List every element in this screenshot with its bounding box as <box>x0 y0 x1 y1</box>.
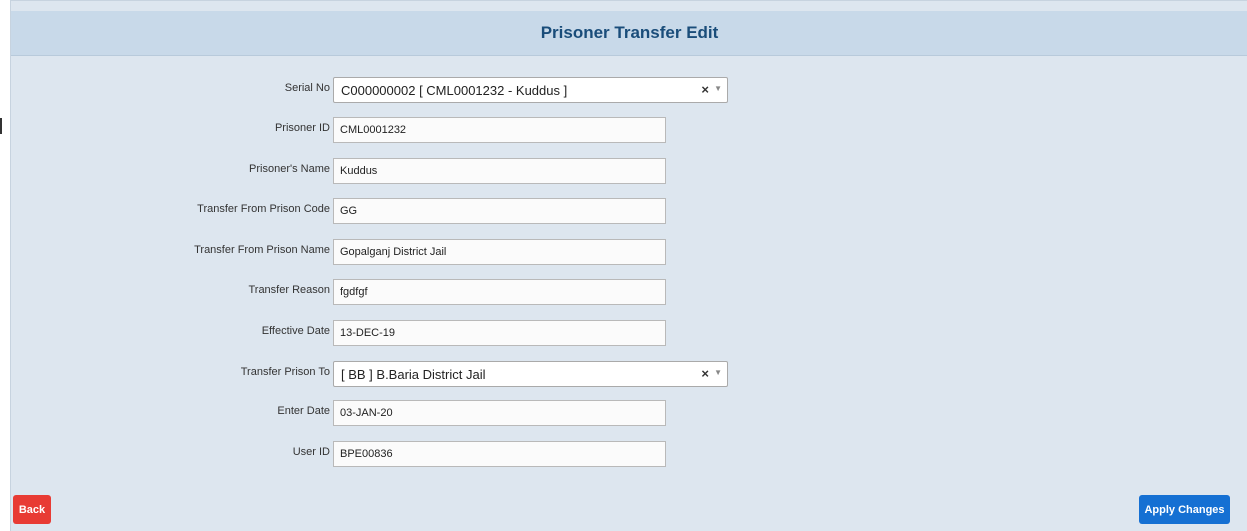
user-id-field[interactable]: BPE00836 <box>333 441 666 467</box>
transfer-prison-to-chevron-down-icon[interactable]: ▼ <box>714 368 722 377</box>
prisoner-name-row: Prisoner's Name Kuddus <box>11 158 1247 184</box>
transfer-prison-to-select[interactable]: [ BB ] B.Baria District Jail × ▼ <box>333 361 728 387</box>
serial-no-row: Serial No C000000002 [ CML0001232 - Kudd… <box>11 77 1247 103</box>
back-button[interactable]: Back <box>13 495 51 524</box>
serial-no-clear-icon[interactable]: × <box>701 82 709 97</box>
transfer-from-code-field[interactable]: GG <box>333 198 666 224</box>
serial-no-label: Serial No <box>284 82 330 94</box>
effective-date-label: Effective Date <box>261 325 330 337</box>
prisoner-name-field[interactable]: Kuddus <box>333 158 666 184</box>
transfer-prison-to-clear-icon[interactable]: × <box>701 366 709 381</box>
serial-no-select[interactable]: C000000002 [ CML0001232 - Kuddus ] × ▼ <box>333 77 728 103</box>
apply-changes-button[interactable]: Apply Changes <box>1139 495 1230 524</box>
transfer-reason-row: Transfer Reason fgdfgf <box>11 279 1247 305</box>
transfer-prison-to-row: Transfer Prison To [ BB ] B.Baria Distri… <box>11 361 1247 387</box>
transfer-from-name-field[interactable]: Gopalganj District Jail <box>333 239 666 265</box>
effective-date-field[interactable]: 13-DEC-19 <box>333 320 666 346</box>
transfer-from-code-label: Transfer From Prison Code <box>197 203 330 215</box>
transfer-prison-to-value: [ BB ] B.Baria District Jail <box>341 367 486 382</box>
user-id-label: User ID <box>292 446 330 458</box>
serial-no-chevron-down-icon[interactable]: ▼ <box>714 84 722 93</box>
transfer-from-code-row: Transfer From Prison Code GG <box>11 198 1247 224</box>
transfer-from-name-row: Transfer From Prison Name Gopalganj Dist… <box>11 239 1247 265</box>
edge-mark <box>0 118 2 134</box>
panel-header: Prisoner Transfer Edit <box>11 11 1247 56</box>
prisoner-id-label: Prisoner ID <box>274 122 330 134</box>
transfer-reason-label: Transfer Reason <box>248 284 330 296</box>
transfer-from-name-label: Transfer From Prison Name <box>194 244 330 256</box>
page-edge <box>0 0 10 531</box>
effective-date-row: Effective Date 13-DEC-19 <box>11 320 1247 346</box>
enter-date-label: Enter Date <box>277 405 330 417</box>
enter-date-field[interactable]: 03-JAN-20 <box>333 400 666 426</box>
enter-date-row: Enter Date 03-JAN-20 <box>11 400 1247 426</box>
user-id-row: User ID BPE00836 <box>11 441 1247 467</box>
page-title: Prisoner Transfer Edit <box>540 23 719 42</box>
transfer-edit-panel: Prisoner Transfer Edit Serial No C000000… <box>10 0 1247 531</box>
prisoner-name-label: Prisoner's Name <box>249 163 330 175</box>
transfer-prison-to-label: Transfer Prison To <box>240 366 330 378</box>
prisoner-id-row: Prisoner ID CML0001232 <box>11 117 1247 143</box>
prisoner-id-field[interactable]: CML0001232 <box>333 117 666 143</box>
serial-no-value: C000000002 [ CML0001232 - Kuddus ] <box>341 83 568 98</box>
transfer-reason-field[interactable]: fgdfgf <box>333 279 666 305</box>
